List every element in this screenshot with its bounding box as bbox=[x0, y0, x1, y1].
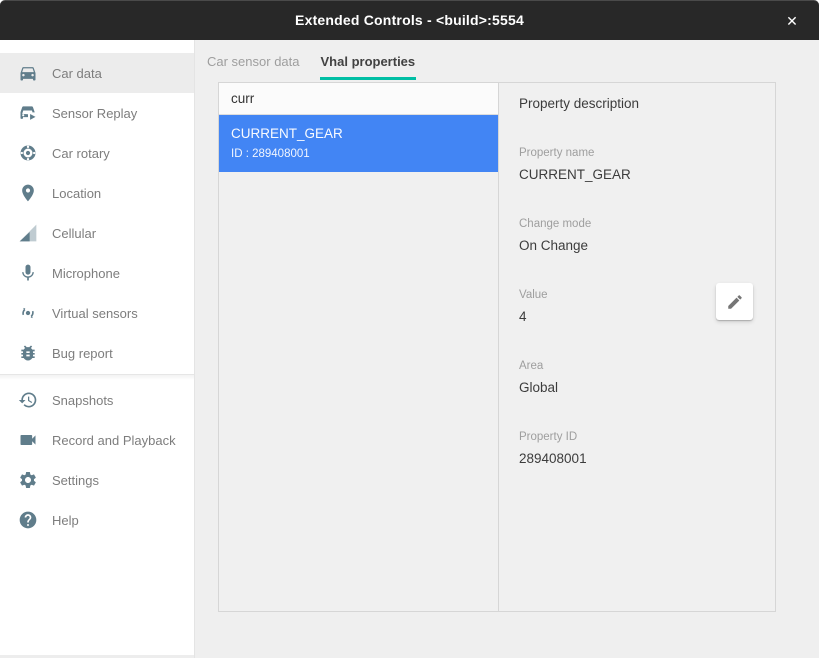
sidebar-item-label: Settings bbox=[52, 473, 99, 488]
sidebar-item-sensor-replay[interactable]: Sensor Replay bbox=[0, 93, 194, 133]
sidebar-item-label: Snapshots bbox=[52, 393, 113, 408]
sidebar-item-label: Help bbox=[52, 513, 79, 528]
field-property-id: Property ID 289408001 bbox=[519, 431, 755, 467]
property-list-pane: CURRENT_GEAR ID : 289408001 bbox=[219, 83, 498, 611]
sensor-replay-icon bbox=[18, 103, 38, 123]
sidebar-item-microphone[interactable]: Microphone bbox=[0, 253, 194, 293]
help-icon bbox=[18, 510, 38, 530]
virtual-sensors-icon bbox=[18, 303, 38, 323]
window-title: Extended Controls - <build>:5554 bbox=[0, 1, 819, 40]
tab-car-sensor-data[interactable]: Car sensor data bbox=[206, 49, 301, 80]
microphone-icon bbox=[18, 263, 38, 283]
bug-icon bbox=[18, 343, 38, 363]
detail-pane-title: Property description bbox=[519, 96, 755, 112]
sidebar-item-snapshots[interactable]: Snapshots bbox=[0, 380, 194, 420]
sidebar-item-car-rotary[interactable]: Car rotary bbox=[0, 133, 194, 173]
sidebar-item-settings[interactable]: Settings bbox=[0, 460, 194, 500]
property-name-text: CURRENT_GEAR bbox=[231, 126, 486, 141]
list-item-current-gear[interactable]: CURRENT_GEAR ID : 289408001 bbox=[219, 115, 498, 172]
sidebar: Car data Sensor Replay Car rotary Locati… bbox=[0, 40, 195, 658]
edit-value-button[interactable] bbox=[716, 283, 753, 320]
sidebar-item-label: Car data bbox=[52, 66, 102, 81]
car-rotary-icon bbox=[18, 143, 38, 163]
property-id-text: ID : 289408001 bbox=[231, 148, 486, 160]
location-pin-icon bbox=[18, 183, 38, 203]
field-area: Area Global bbox=[519, 360, 755, 396]
close-icon[interactable]: ✕ bbox=[775, 1, 809, 41]
sidebar-item-help[interactable]: Help bbox=[0, 500, 194, 540]
vhal-panel: CURRENT_GEAR ID : 289408001 Property des… bbox=[218, 82, 776, 612]
field-value: Global bbox=[519, 380, 755, 396]
pencil-icon bbox=[726, 293, 744, 311]
field-property-name: Property name CURRENT_GEAR bbox=[519, 147, 755, 183]
field-value: CURRENT_GEAR bbox=[519, 167, 755, 183]
field-label: Change mode bbox=[519, 218, 614, 230]
tab-vhal-properties[interactable]: Vhal properties bbox=[320, 49, 417, 80]
tab-bar: Car sensor data Vhal properties bbox=[195, 40, 819, 80]
field-value: On Change bbox=[519, 238, 755, 254]
field-change-mode: Change mode On Change bbox=[519, 218, 755, 254]
sidebar-item-cellular[interactable]: Cellular bbox=[0, 213, 194, 253]
sidebar-item-label: Virtual sensors bbox=[52, 306, 138, 321]
sidebar-item-bug-report[interactable]: Bug report bbox=[0, 333, 194, 373]
sidebar-item-location[interactable]: Location bbox=[0, 173, 194, 213]
videocam-icon bbox=[18, 430, 38, 450]
gear-icon bbox=[18, 470, 38, 490]
search-row bbox=[219, 83, 498, 115]
property-description-pane: Property description Property name CURRE… bbox=[498, 83, 775, 611]
sidebar-item-label: Car rotary bbox=[52, 146, 110, 161]
sidebar-item-label: Sensor Replay bbox=[52, 106, 137, 121]
field-label: Property name bbox=[519, 147, 755, 159]
window-titlebar: Extended Controls - <build>:5554 ✕ bbox=[0, 0, 819, 40]
sidebar-item-virtual-sensors[interactable]: Virtual sensors bbox=[0, 293, 194, 333]
cellular-signal-icon bbox=[18, 223, 38, 243]
field-value: 289408001 bbox=[519, 451, 755, 467]
field-label: Property ID bbox=[519, 431, 755, 443]
main-content: Car sensor data Vhal properties CURRENT_… bbox=[195, 40, 819, 658]
sidebar-item-label: Location bbox=[52, 186, 101, 201]
field-label: Area bbox=[519, 360, 755, 372]
sidebar-item-car-data[interactable]: Car data bbox=[0, 53, 194, 93]
sidebar-item-label: Cellular bbox=[52, 226, 96, 241]
car-icon bbox=[18, 63, 38, 83]
sidebar-item-label: Microphone bbox=[52, 266, 120, 281]
search-input[interactable] bbox=[231, 91, 486, 106]
sidebar-item-record-playback[interactable]: Record and Playback bbox=[0, 420, 194, 460]
sidebar-item-label: Record and Playback bbox=[52, 433, 176, 448]
sidebar-item-label: Bug report bbox=[52, 346, 113, 361]
property-list-empty-area bbox=[219, 172, 498, 611]
history-icon bbox=[18, 390, 38, 410]
